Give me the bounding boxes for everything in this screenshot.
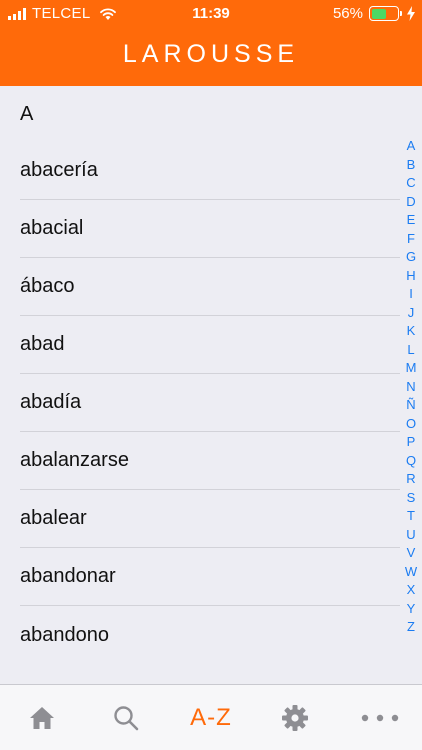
alphabet-index[interactable]: ABCDEFGHIJKLMNÑOPQRSTUVWXYZ	[404, 137, 418, 637]
charging-bolt-icon	[407, 6, 415, 21]
word-list[interactable]: A abacería abacial ábaco abad abadía abalanza…	[0, 86, 422, 682]
index-letter[interactable]: X	[407, 581, 416, 600]
section-header: A	[20, 102, 34, 125]
list-item[interactable]: abacería	[20, 142, 400, 200]
list-item[interactable]: ábaco	[20, 258, 400, 316]
tab-a-z-label: A-Z	[190, 704, 232, 731]
index-letter[interactable]: M	[406, 359, 417, 378]
tab-search[interactable]	[84, 685, 168, 750]
index-letter[interactable]: Y	[407, 600, 416, 619]
index-letter[interactable]: V	[407, 544, 416, 563]
index-letter[interactable]: D	[406, 193, 415, 212]
tab-more[interactable]	[338, 685, 422, 750]
index-letter[interactable]: L	[407, 341, 414, 360]
list-item[interactable]: abad	[20, 316, 400, 374]
index-letter[interactable]: F	[407, 230, 415, 249]
list-item[interactable]: abandonar	[20, 548, 400, 606]
index-letter[interactable]: A	[407, 137, 416, 156]
list-item[interactable]: abacial	[20, 200, 400, 258]
index-letter[interactable]: B	[407, 156, 416, 175]
list-item[interactable]: abalear	[20, 490, 400, 548]
index-letter[interactable]: U	[406, 526, 415, 545]
index-letter[interactable]: G	[406, 248, 416, 267]
battery-fill	[371, 8, 386, 19]
more-icon	[361, 714, 399, 722]
tab-settings[interactable]	[253, 685, 337, 750]
index-letter[interactable]: H	[406, 267, 415, 286]
tab-bar: A-Z	[0, 684, 422, 750]
index-letter[interactable]: O	[406, 415, 416, 434]
app-title: LAROUSSE	[122, 40, 300, 68]
status-right: 56%	[333, 5, 416, 22]
battery-icon	[369, 6, 402, 21]
app-header: TELCEL 11:39 56% LAROUSSE	[0, 0, 422, 86]
index-letter[interactable]: N	[406, 378, 415, 397]
index-letter[interactable]: Z	[407, 618, 415, 637]
word-rows: abacería abacial ábaco abad abadía abalanzars…	[0, 142, 422, 664]
list-item[interactable]: abandono	[20, 606, 400, 664]
status-bar: TELCEL 11:39 56%	[0, 0, 422, 28]
battery-percent: 56%	[332, 5, 363, 22]
index-letter[interactable]: Q	[406, 452, 416, 471]
search-icon	[114, 706, 139, 731]
index-letter[interactable]: T	[407, 507, 415, 526]
index-letter[interactable]: J	[408, 304, 415, 323]
index-letter[interactable]: E	[407, 211, 416, 230]
index-letter[interactable]: K	[407, 322, 416, 341]
index-letter[interactable]: C	[406, 174, 415, 193]
index-letter[interactable]: S	[407, 489, 416, 508]
tab-home[interactable]	[0, 685, 84, 750]
tab-a-z[interactable]: A-Z	[169, 685, 253, 750]
index-letter[interactable]: W	[405, 563, 417, 582]
list-item[interactable]: abalanzarse	[20, 432, 400, 490]
home-icon	[30, 707, 54, 729]
index-letter[interactable]: I	[409, 285, 413, 304]
index-letter[interactable]: P	[407, 433, 416, 452]
gear-icon	[282, 705, 308, 731]
list-item[interactable]: abadía	[20, 374, 400, 432]
index-letter[interactable]: Ñ	[406, 396, 415, 415]
index-letter[interactable]: R	[406, 470, 415, 489]
